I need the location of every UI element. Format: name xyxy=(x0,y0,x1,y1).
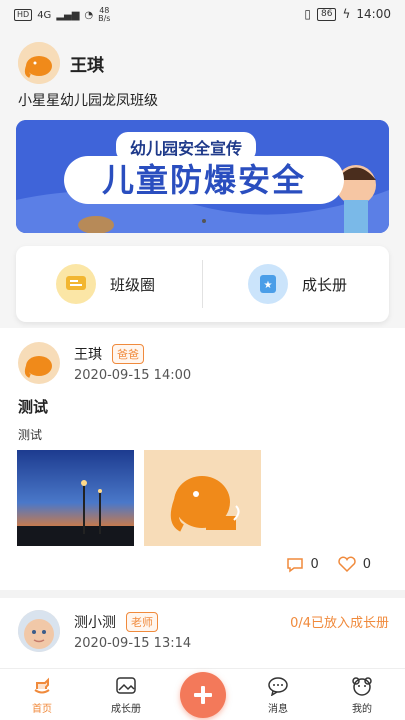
post-author-name: 王琪 xyxy=(74,347,102,363)
post-author-row: 测小测 老师 xyxy=(74,612,158,632)
feed-post[interactable]: 测小测 老师 0/4已放入成长册 2020-09-15 13:14 xyxy=(0,598,405,668)
elephant-photo xyxy=(144,450,261,546)
post-author-row: 王琪 爸爸 xyxy=(74,344,144,364)
message-icon xyxy=(267,675,289,697)
divider xyxy=(202,260,203,308)
tab-home[interactable]: 首页 xyxy=(12,675,72,715)
comment-icon xyxy=(287,557,304,572)
post-author-avatar[interactable] xyxy=(18,610,60,652)
tab-mine-label: 我的 xyxy=(352,704,372,715)
tab-home-label: 首页 xyxy=(32,704,52,715)
growth-album-status[interactable]: 0/4已放入成长册 xyxy=(290,612,389,631)
net-speed: 48 B/s xyxy=(98,7,110,23)
rocking-horse-icon xyxy=(31,675,53,697)
class-circle-label: 班级圈 xyxy=(110,275,156,294)
post-photo[interactable] xyxy=(144,450,261,546)
svg-text:★: ★ xyxy=(264,280,273,291)
role-badge: 老师 xyxy=(126,612,158,632)
home-header: 王琪 小星星幼儿园龙凤班级 幼儿园安全宣传 儿童防爆安全 班级圈 ★ 成长册 xyxy=(0,30,405,328)
banner-title: 儿童防爆安全 xyxy=(64,156,344,204)
status-bar: HD 4G ▂▄▆ ◔ 48 B/s ▯ 86 ϟ 14:00 xyxy=(0,0,405,30)
post-separator xyxy=(0,590,405,598)
banner-page-indicator xyxy=(202,219,206,223)
post-author-avatar[interactable] xyxy=(18,342,60,384)
tab-mine[interactable]: 我的 xyxy=(332,675,392,715)
class-name: 小星星幼儿园龙凤班级 xyxy=(18,93,158,109)
profile-name: 王琪 xyxy=(70,55,104,76)
tab-messages[interactable]: 消息 xyxy=(248,675,308,715)
signal-icon: ▂▄▆ xyxy=(56,9,80,21)
tab-growth-album-label: 成长册 xyxy=(111,704,141,715)
baby-photo xyxy=(18,610,60,652)
feed-post[interactable]: 王琪 爸爸 2020-09-15 14:00 测试 测试 0 0 xyxy=(0,328,405,590)
elephant-icon xyxy=(18,42,60,84)
charging-icon: ϟ xyxy=(342,7,351,21)
tab-growth-album[interactable]: 成长册 xyxy=(96,675,156,715)
battery-indicator: 86 xyxy=(317,7,337,21)
avatar[interactable] xyxy=(18,42,60,84)
album-icon: ★ xyxy=(248,264,288,304)
heart-icon xyxy=(337,556,356,573)
post-title: 测试 xyxy=(18,398,49,416)
tab-messages-label: 消息 xyxy=(268,704,288,715)
quick-actions-card: 班级圈 ★ 成长册 xyxy=(16,246,389,322)
picture-icon xyxy=(115,675,137,697)
post-body: 测试 xyxy=(18,428,43,442)
post-photo[interactable] xyxy=(17,450,134,546)
wifi-icon: ◔ xyxy=(84,9,94,21)
feed: 王琪 爸爸 2020-09-15 14:00 测试 测试 0 0 测小测 老师 … xyxy=(0,328,405,720)
post-author-name: 测小测 xyxy=(74,615,116,631)
hd-icon: HD xyxy=(14,9,33,21)
class-circle-button[interactable]: 班级圈 xyxy=(56,264,155,304)
sunset-photo xyxy=(17,450,134,546)
role-badge: 爸爸 xyxy=(112,344,144,364)
comment-button[interactable]: 0 xyxy=(286,557,319,573)
elephant-icon xyxy=(18,342,60,384)
create-post-button[interactable] xyxy=(180,672,226,718)
vibrate-icon: ▯ xyxy=(304,7,312,21)
status-time: 14:00 xyxy=(356,7,391,21)
profile-row[interactable]: 王琪 xyxy=(18,42,104,84)
post-time: 2020-09-15 14:00 xyxy=(74,368,192,383)
post-time: 2020-09-15 13:14 xyxy=(74,636,192,651)
growth-album-button[interactable]: ★ 成长册 xyxy=(248,264,347,304)
chat-bubble-icon xyxy=(56,264,96,304)
plus-icon xyxy=(194,686,212,704)
like-button[interactable]: 0 xyxy=(337,556,371,573)
bear-face-icon xyxy=(351,675,373,697)
safety-banner[interactable]: 幼儿园安全宣传 儿童防爆安全 xyxy=(16,120,389,233)
growth-album-label: 成长册 xyxy=(302,275,348,294)
comment-count: 0 xyxy=(310,557,319,572)
like-count: 0 xyxy=(362,557,371,572)
signal-indicator: 4G xyxy=(37,9,52,21)
post-actions: 0 0 xyxy=(286,556,371,573)
net-speed-unit: B/s xyxy=(98,14,111,23)
